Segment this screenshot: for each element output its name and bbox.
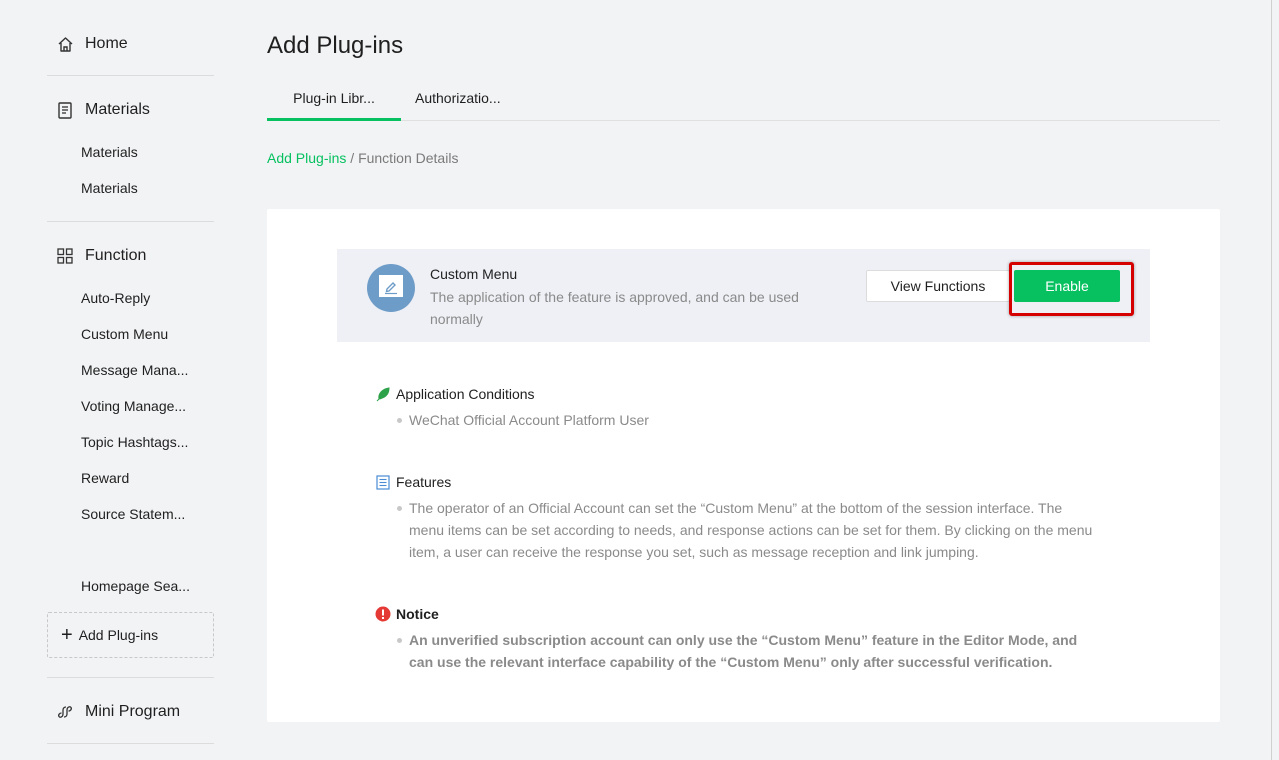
plugin-status-description: The application of the feature is approv… [430, 289, 799, 327]
breadcrumb: Add Plug-ins / Function Details [267, 150, 458, 166]
divider [47, 221, 214, 222]
exclamation-icon [375, 606, 391, 622]
notice-item: An unverified subscription account can o… [397, 629, 1097, 673]
divider [47, 743, 214, 744]
add-plugins-button[interactable]: + Add Plug-ins [47, 612, 214, 658]
scrollbar[interactable] [1271, 0, 1279, 760]
home-icon [56, 35, 74, 53]
sidebar-item-materials-2[interactable]: Materials [81, 180, 138, 196]
view-functions-button[interactable]: View Functions [866, 270, 1010, 302]
sidebar-section-function[interactable]: Function [47, 246, 146, 266]
feature-item: The operator of an Official Account can … [397, 497, 1097, 563]
plugin-avatar [367, 264, 415, 312]
sidebar-item-message-management[interactable]: Message Mana... [81, 362, 188, 378]
sidebar-item-auto-reply[interactable]: Auto-Reply [81, 290, 150, 306]
sidebar-item-home[interactable]: Home [47, 34, 128, 54]
sidebar-section-label: Materials [85, 101, 150, 118]
sidebar-section-mini-program[interactable]: Mini Program [47, 702, 180, 722]
plus-icon: + [61, 624, 73, 646]
sidebar-item-source-statement[interactable]: Source Statem... [81, 506, 185, 522]
breadcrumb-separator: / [346, 150, 359, 166]
sidebar-item-homepage-search[interactable]: Homepage Sea... [81, 578, 190, 594]
conditions-title: Application Conditions [375, 386, 535, 402]
document-icon [56, 101, 74, 119]
sidebar-item-reward[interactable]: Reward [81, 470, 129, 486]
sidebar-section-materials[interactable]: Materials [47, 100, 150, 120]
condition-item: WeChat Official Account Platform User [397, 409, 1097, 431]
notice-title-label: Notice [396, 606, 439, 622]
sidebar-item-custom-menu[interactable]: Custom Menu [81, 326, 168, 342]
plugin-header: Custom Menu The application of the featu… [337, 249, 1150, 342]
sidebar: Home Materials Materials Materials Funct… [47, 0, 214, 760]
list-document-icon [375, 474, 391, 490]
sidebar-item-topic-hashtags[interactable]: Topic Hashtags... [81, 434, 188, 450]
tab-authorization[interactable]: Authorizatio... [415, 84, 501, 121]
divider [47, 677, 214, 678]
notice-title: Notice [375, 606, 439, 622]
sidebar-item-label: Home [85, 35, 128, 52]
add-plugins-label: Add Plug-ins [78, 627, 159, 643]
edit-document-icon [378, 274, 404, 303]
conditions-title-label: Application Conditions [396, 386, 535, 402]
enable-button[interactable]: Enable [1014, 270, 1120, 302]
page-title: Add Plug-ins [267, 32, 404, 59]
sidebar-item-materials-1[interactable]: Materials [81, 144, 138, 160]
sidebar-item-voting-management[interactable]: Voting Manage... [81, 398, 186, 414]
breadcrumb-current: Function Details [358, 150, 459, 166]
leaf-icon [375, 386, 391, 402]
grid-icon [56, 247, 74, 265]
sidebar-section-label: Function [85, 247, 147, 264]
tab-bar: Plug-in Libr... Authorizatio... [267, 84, 1220, 121]
plugin-name: Custom Menu [430, 266, 518, 282]
link-icon [56, 703, 74, 721]
divider [47, 75, 214, 76]
tab-plugin-library[interactable]: Plug-in Libr... [267, 84, 401, 121]
breadcrumb-link-add-plugins[interactable]: Add Plug-ins [267, 150, 346, 166]
features-title: Features [375, 474, 451, 490]
function-details-card: Custom Menu The application of the featu… [267, 209, 1220, 722]
sidebar-section-label: Mini Program [85, 703, 181, 720]
features-title-label: Features [396, 474, 452, 490]
